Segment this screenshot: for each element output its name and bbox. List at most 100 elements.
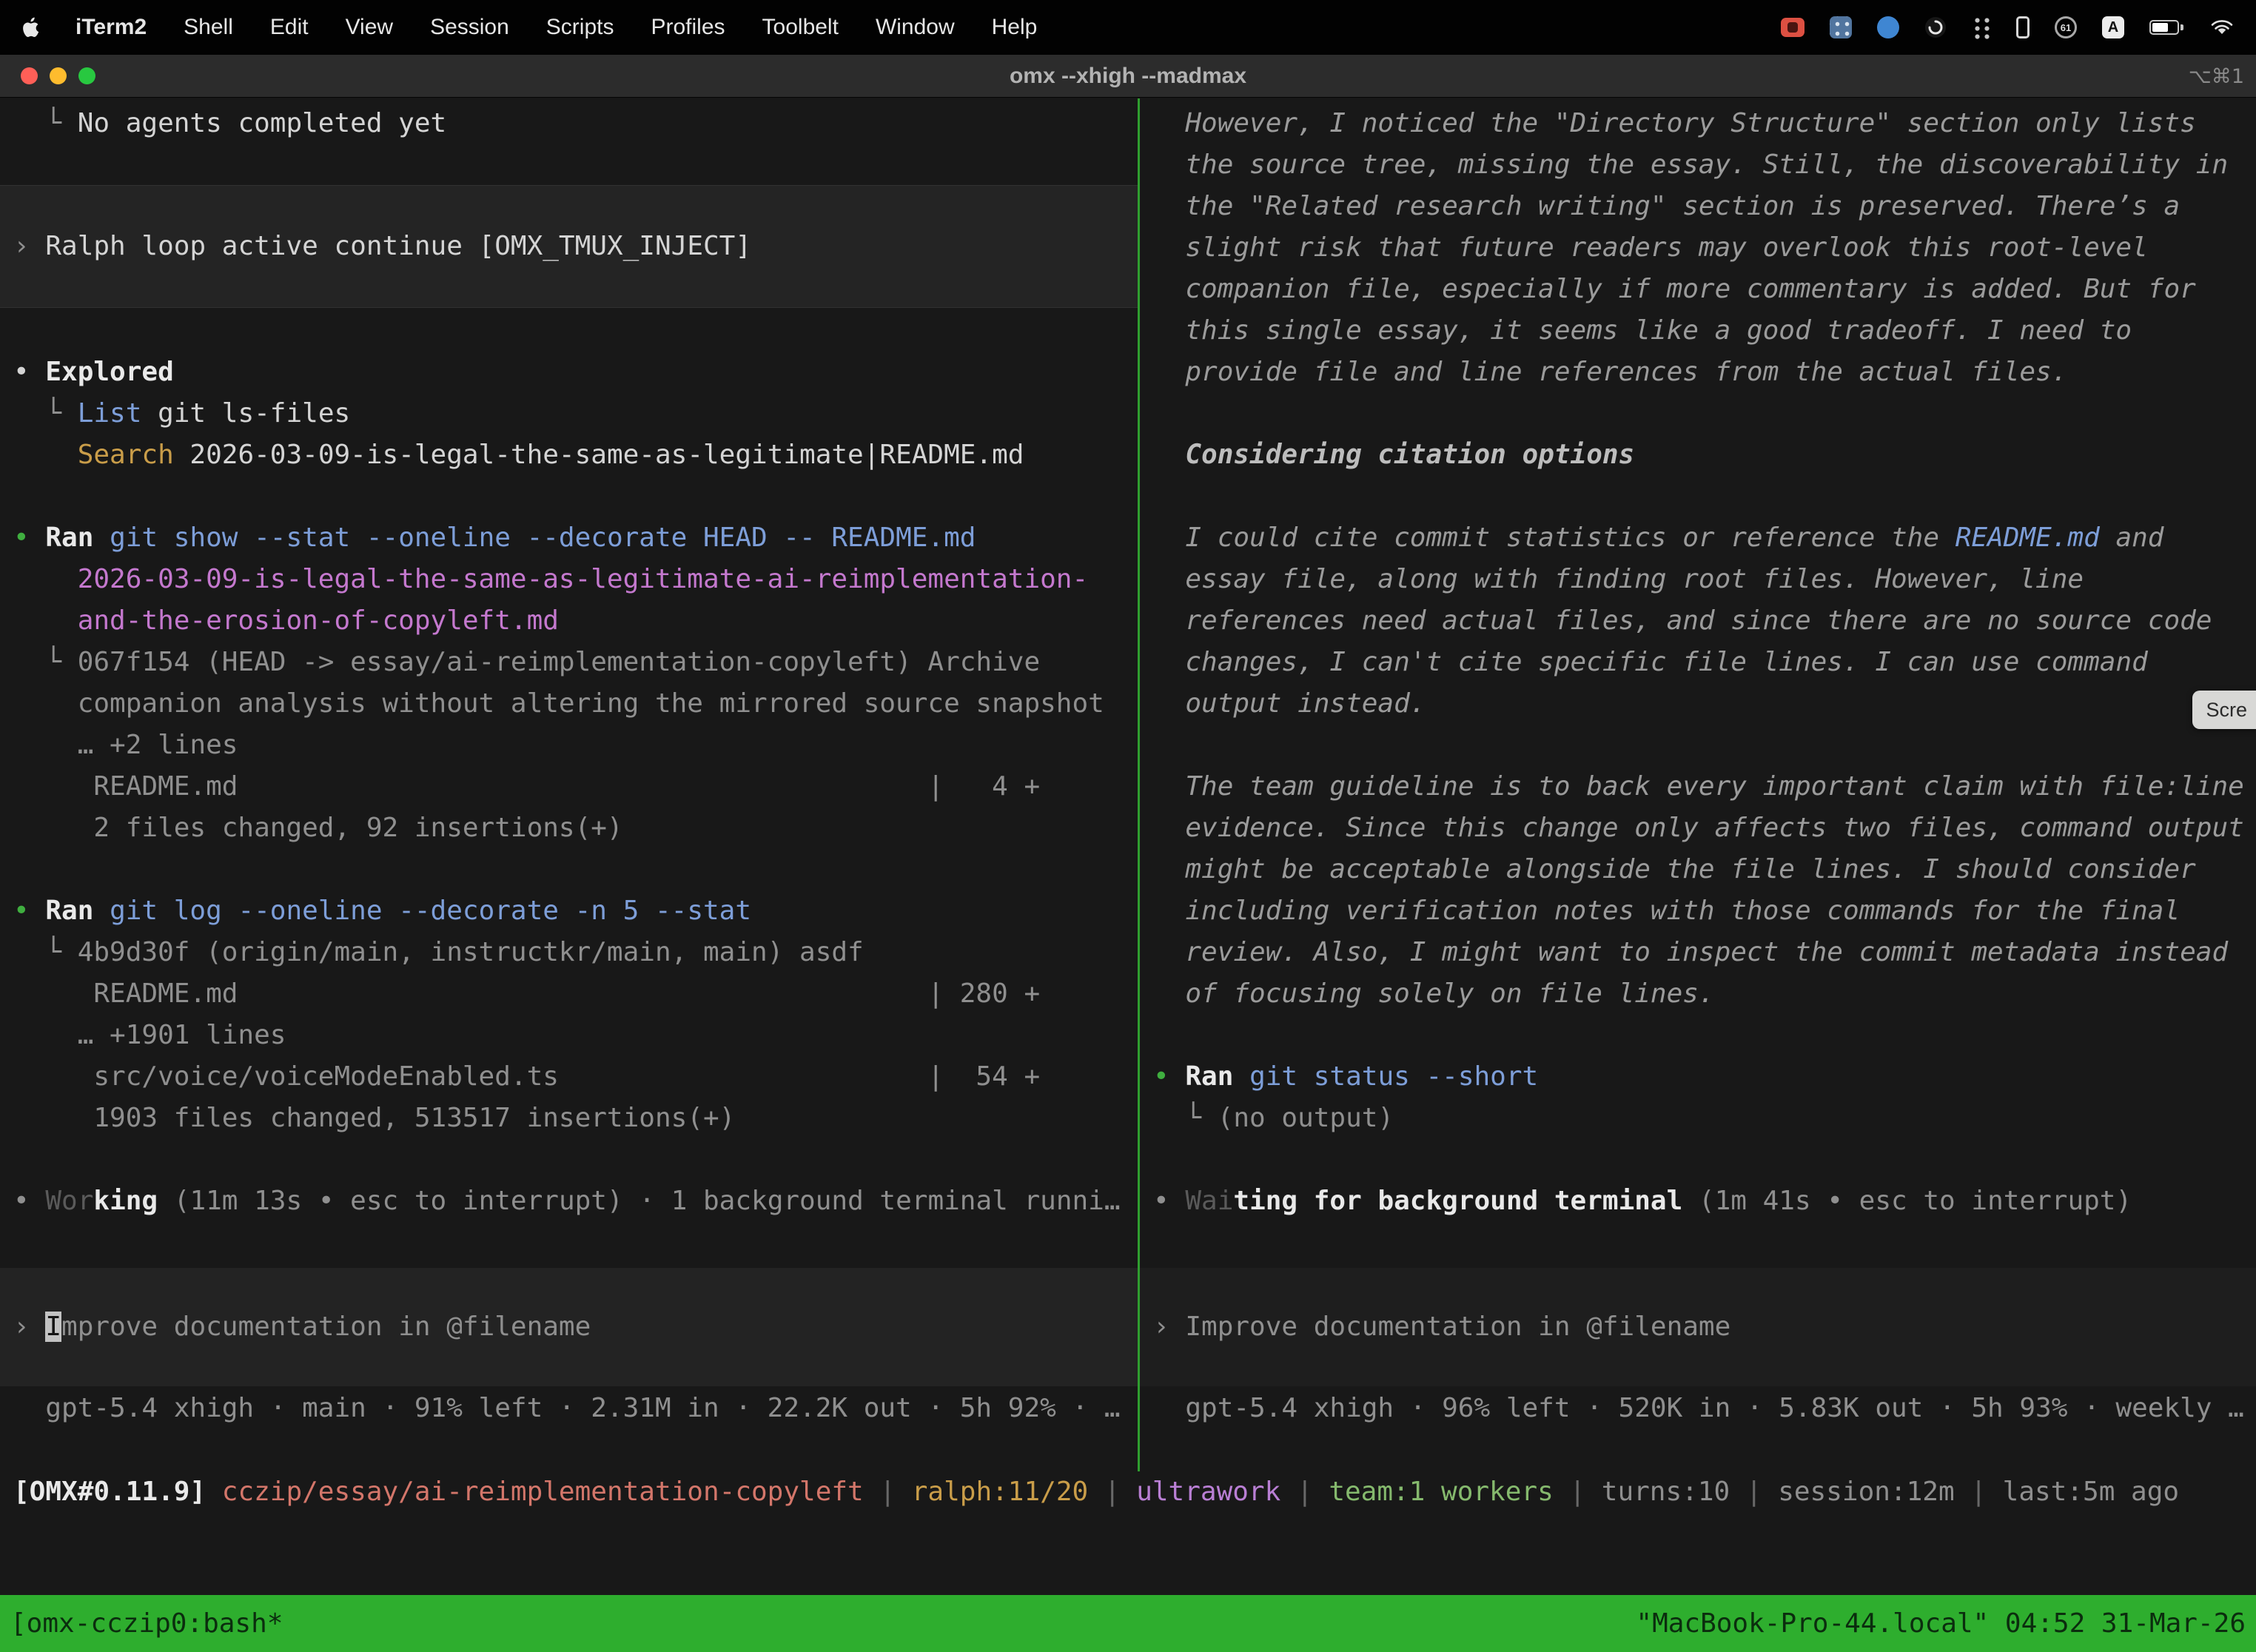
text-segment: git log --oneline --decorate -n 5 --stat: [93, 896, 751, 926]
battery-icon[interactable]: [2149, 20, 2179, 35]
text-segment: ›: [1153, 1312, 1185, 1342]
text-segment: •: [1153, 1061, 1185, 1092]
terminal-line: • Ran git show --stat --oneline --decora…: [0, 517, 1138, 559]
menu-item-session[interactable]: Session: [430, 15, 509, 40]
text-segment: the "Related research writing" section i…: [1153, 191, 2180, 221]
menu-item-edit[interactable]: Edit: [270, 15, 309, 40]
text-segment: companion analysis without altering the …: [13, 688, 1104, 719]
text-segment: •: [13, 357, 45, 387]
pane-right[interactable]: However, I noticed the "Directory Struct…: [1140, 98, 2256, 1471]
tmux-host-time: "MacBook-Pro-44.local" 04:52 31-Mar-26: [1636, 1603, 2246, 1645]
wifi-icon[interactable]: [2210, 15, 2234, 40]
terminal-line: [0, 476, 1138, 517]
terminal-line: this single essay, it seems like a good …: [1140, 310, 2256, 352]
text-segment: ›: [13, 1312, 45, 1342]
terminal-line: └ 067f154 (HEAD -> essay/ai-reimplementa…: [0, 642, 1138, 683]
menu-item-help[interactable]: Help: [992, 15, 1038, 40]
text-segment: └ (no output): [1153, 1103, 1394, 1133]
keyboard-app-icon[interactable]: [1830, 16, 1852, 38]
menu-item-shell[interactable]: Shell: [184, 15, 233, 40]
terminal-line: › Improve documentation in @filename: [0, 1306, 1138, 1348]
swirl-app-icon[interactable]: [1924, 15, 1947, 40]
terminal-line: and-the-erosion-of-copyleft.md: [0, 600, 1138, 642]
menu-item-profiles[interactable]: Profiles: [651, 15, 725, 40]
terminal-line: output instead.: [1140, 683, 2256, 725]
terminal-line: src/voice/voiceModeEnabled.ts | 54 +: [0, 1056, 1138, 1098]
terminal-line: However, I noticed the "Directory Struct…: [1140, 103, 2256, 144]
menu-item-scripts[interactable]: Scripts: [546, 15, 614, 40]
prompt-box-left[interactable]: › Improve documentation in @filename: [0, 1268, 1138, 1386]
prompt-box-right[interactable]: › Improve documentation in @filename: [1140, 1268, 2256, 1386]
text-segment: provide file and line references from th…: [1153, 357, 2067, 387]
terminal-line: └ No agents completed yet: [0, 103, 1138, 144]
terminal-line: 2 files changed, 92 insertions(+): [0, 807, 1138, 849]
terminal-line: … +1901 lines: [0, 1015, 1138, 1056]
terminal-line: • Ran git status --short: [1140, 1056, 2256, 1098]
terminal-line: essay file, along with finding root file…: [1140, 559, 2256, 600]
blue-app-icon[interactable]: [1877, 16, 1899, 38]
menu-item-view[interactable]: View: [346, 15, 393, 40]
terminal-line: slight risk that future readers may over…: [1140, 227, 2256, 269]
menu-item-window[interactable]: Window: [876, 15, 955, 40]
text-segment: However, I noticed the "Directory Struct…: [1153, 108, 2196, 138]
text-segment: gpt-5.4 xhigh · 96% left · 520K in · 5.8…: [1153, 1393, 2244, 1423]
text-segment: Considering citation options: [1153, 440, 1634, 470]
text-segment: (1m 41s • esc to interrupt): [1682, 1186, 2132, 1216]
terminal-line: README.md | 280 +: [0, 973, 1138, 1015]
text-segment: … +1901 lines: [13, 1020, 286, 1050]
terminal-line: gpt-5.4 xhigh · main · 91% left · 2.31M …: [0, 1388, 1138, 1429]
terminal-line: of focusing solely on file lines.: [1140, 973, 2256, 1015]
tmux-session-info: [omx-cczip0:bash*: [10, 1603, 283, 1645]
text-segment: README.md | 4 +: [13, 771, 1040, 802]
text-segment: git status --short: [1233, 1061, 1538, 1092]
text-segment: |: [864, 1477, 912, 1507]
menu-status-icons: 61 A: [1781, 15, 2234, 40]
text-segment: [13, 440, 78, 470]
text-segment: 2026-03-09-is-legal-the-same-as-legitima…: [174, 440, 1024, 470]
text-segment: └: [13, 398, 78, 429]
text-segment: └ 4b9d30f (origin/main, instructkr/main,…: [13, 937, 864, 967]
terminal-line: [1140, 476, 2256, 517]
macos-menu-bar: iTerm2 Shell Edit View Session Scripts Profile…: [0, 0, 2256, 55]
terminal-line: [0, 849, 1138, 890]
text-segment: git ls-files: [141, 398, 350, 429]
text-segment: 2026-03-09-is-legal-the-same-as-legitima…: [13, 564, 1088, 594]
text-segment: |: [1280, 1477, 1329, 1507]
text-segment: git show --stat --oneline --decorate HEA…: [93, 523, 976, 553]
window-title: omx --xhigh --madmax: [0, 55, 2256, 98]
apple-menu-icon[interactable]: [22, 16, 41, 38]
pane-left[interactable]: └ No agents completed yet› Ralph loop ac…: [0, 98, 1138, 1471]
terminal-line: including verification notes with those …: [1140, 890, 2256, 932]
text-segment: last:5m ago: [2003, 1477, 2179, 1507]
text-segment: might be acceptable alongside the file l…: [1153, 854, 2196, 884]
gauge-icon[interactable]: 61: [2055, 16, 2077, 38]
text-cursor: I: [45, 1312, 61, 1342]
text-segment: |: [1554, 1477, 1602, 1507]
device-icon[interactable]: [2016, 16, 2030, 38]
text-segment: Ran: [45, 896, 93, 926]
menu-item-iterm2[interactable]: iTerm2: [75, 15, 147, 40]
terminal-line: Considering citation options: [1140, 434, 2256, 476]
omx-status-line: [OMX#0.11.9] cczip/essay/ai-reimplementa…: [0, 1471, 2256, 1513]
terminal-line: … +2 lines: [0, 725, 1138, 766]
terminal-line: • Ran git log --oneline --decorate -n 5 …: [0, 890, 1138, 932]
menu-items: iTerm2 Shell Edit View Session Scripts Profile…: [75, 15, 1037, 40]
text-segment: (11m 13s • esc to interrupt) · 1 backgro…: [158, 1186, 1120, 1216]
terminal-line: └ (no output): [1140, 1098, 2256, 1139]
text-segment: Wai: [1185, 1186, 1233, 1216]
screen-recording-indicator-icon[interactable]: [1781, 18, 1805, 37]
input-source-icon[interactable]: A: [2102, 16, 2124, 38]
screen-notification[interactable]: Scre: [2192, 691, 2256, 729]
text-segment: [OMX#0.11.9]: [13, 1477, 222, 1507]
terminal-line: changes, I can't cite specific file line…: [1140, 642, 2256, 683]
text-segment: README.md | 280 +: [13, 978, 1040, 1009]
terminal-line: companion file, especially if more comme…: [1140, 269, 2256, 310]
tmux-status-bar: [omx-cczip0:bash* "MacBook-Pro-44.local"…: [0, 1595, 2256, 1652]
window-title-bar[interactable]: omx --xhigh --madmax ⌥⌘1: [0, 55, 2256, 98]
terminal-line: gpt-5.4 xhigh · 96% left · 520K in · 5.8…: [1140, 1388, 2256, 1429]
text-segment: cczip/essay/ai-reimplementation-copyleft: [222, 1477, 864, 1507]
iterm2-window: omx --xhigh --madmax ⌥⌘1 └ No agents com…: [0, 55, 2256, 1652]
menu-item-toolbelt[interactable]: Toolbelt: [762, 15, 839, 40]
terminal-line: • Explored: [0, 352, 1138, 393]
dots-grid-icon[interactable]: [1972, 15, 1991, 40]
